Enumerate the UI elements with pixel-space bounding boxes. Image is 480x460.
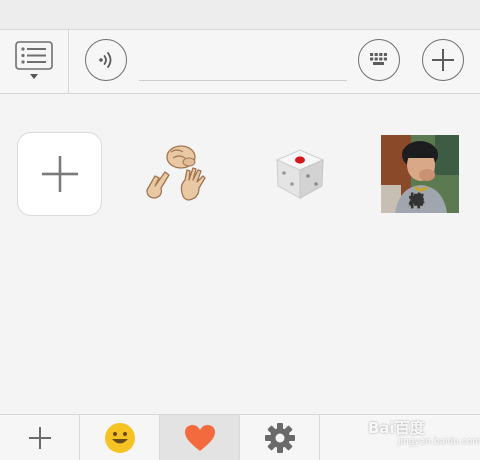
message-input[interactable] <box>139 48 347 81</box>
tab-emoji[interactable] <box>80 415 160 460</box>
add-sticker-button[interactable] <box>17 132 102 216</box>
keyboard-button[interactable] <box>358 39 400 81</box>
tab-settings[interactable] <box>240 415 320 460</box>
status-bar <box>0 0 480 30</box>
plus-icon <box>432 49 454 71</box>
voice-button[interactable] <box>85 39 127 81</box>
list-menu-icon <box>15 41 53 79</box>
plus-icon <box>28 426 51 449</box>
dice-icon <box>275 149 325 199</box>
plus-icon <box>41 156 78 192</box>
gear-icon <box>264 422 295 453</box>
voice-wave-icon <box>99 52 112 68</box>
smiley-icon <box>104 422 135 453</box>
sticker-panel: 棒 <box>0 94 480 414</box>
watermark-url: jingyan.baidu.com <box>398 437 480 447</box>
watermark-logo-text: Bai百度 <box>368 419 425 437</box>
hand-game-icon <box>146 145 206 201</box>
dice-sticker[interactable] <box>272 146 328 202</box>
rock-paper-scissors-sticker[interactable] <box>141 140 217 206</box>
input-toolbar <box>0 30 480 94</box>
heart-icon <box>184 424 215 451</box>
keyboard-icon <box>370 53 387 65</box>
menu-button[interactable] <box>0 30 69 93</box>
tab-add[interactable] <box>0 415 80 460</box>
more-button[interactable] <box>422 39 464 81</box>
tab-favorites[interactable] <box>160 415 240 460</box>
photo-sticker[interactable] <box>381 135 459 213</box>
boy-photo-image <box>381 135 459 213</box>
